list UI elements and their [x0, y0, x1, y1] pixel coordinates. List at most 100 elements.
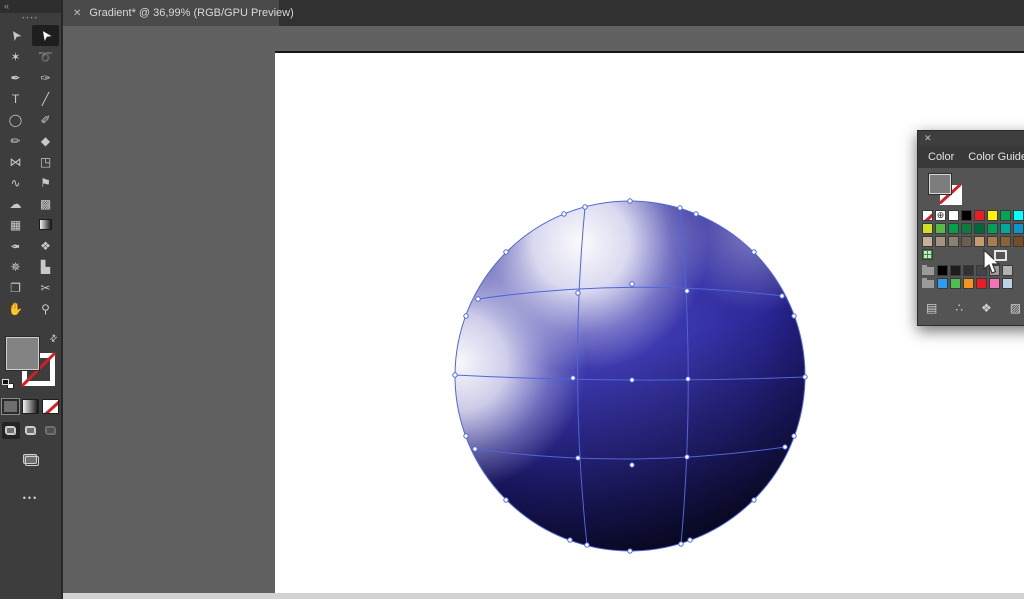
- mesh-vertical-line[interactable]: [680, 208, 688, 544]
- swatch-bright-green[interactable]: [950, 278, 961, 289]
- mesh-anchor-point[interactable]: [792, 434, 796, 438]
- mesh-anchor-point[interactable]: [679, 542, 683, 546]
- swatch-green-3[interactable]: [987, 223, 998, 234]
- tool-curvature[interactable]: ✑: [32, 67, 59, 88]
- tab-close-icon[interactable]: ✕: [73, 8, 81, 19]
- mesh-anchor-point[interactable]: [752, 250, 756, 254]
- mesh-anchor-point[interactable]: [694, 212, 698, 216]
- draw-normal-button[interactable]: [2, 422, 20, 439]
- color-group-folder-icon[interactable]: [922, 280, 934, 288]
- tool-zoom[interactable]: ⚲: [32, 298, 59, 319]
- edit-toolbar-ellipsis[interactable]: •••: [0, 493, 61, 503]
- swap-fill-stroke-icon[interactable]: ⇄: [48, 332, 61, 345]
- swatch-green-grid-pattern[interactable]: [922, 249, 933, 260]
- mesh-anchor-point[interactable]: [630, 463, 634, 467]
- draw-inside-button[interactable]: [42, 422, 60, 439]
- mesh-anchor-point[interactable]: [678, 206, 682, 210]
- tool-hand[interactable]: ✋: [2, 298, 29, 319]
- swatch-green[interactable]: [1000, 210, 1011, 221]
- mesh-anchor-point[interactable]: [688, 538, 692, 542]
- mesh-anchor-point[interactable]: [686, 377, 690, 381]
- mesh-anchor-point[interactable]: [783, 445, 787, 449]
- mesh-anchor-point[interactable]: [630, 378, 634, 382]
- tool-selection[interactable]: ➤: [2, 25, 29, 46]
- tool-mesh[interactable]: ▦: [2, 214, 29, 235]
- mesh-anchor-point[interactable]: [571, 376, 575, 380]
- fill-color-swatch[interactable]: [6, 337, 39, 370]
- mesh-anchor-point[interactable]: [464, 434, 468, 438]
- artboard[interactable]: [275, 53, 1024, 593]
- swatch-taupe[interactable]: [948, 236, 959, 247]
- draw-behind-button[interactable]: [22, 422, 40, 439]
- mesh-anchor-point[interactable]: [464, 314, 468, 318]
- tool-slice[interactable]: ✂: [32, 277, 59, 298]
- tool-gradient[interactable]: ▥: [32, 214, 59, 235]
- mesh-anchor-point[interactable]: [780, 294, 784, 298]
- swatch-dark-taupe[interactable]: [961, 236, 972, 247]
- tool-eraser[interactable]: ◆: [32, 130, 59, 151]
- mesh-anchor-point[interactable]: [473, 447, 477, 451]
- tool-eyedropper[interactable]: ✒: [2, 235, 29, 256]
- tool-type[interactable]: T: [2, 88, 29, 109]
- mesh-anchor-point[interactable]: [562, 212, 566, 216]
- tab-color-guide[interactable]: Color Guide: [968, 151, 1024, 163]
- tool-line-segment[interactable]: ╱: [32, 88, 59, 109]
- panel-fill-swatch[interactable]: [929, 174, 951, 194]
- mesh-anchor-point[interactable]: [576, 456, 580, 460]
- swatch-forest-green[interactable]: [974, 223, 985, 234]
- mesh-anchor-point[interactable]: [504, 250, 508, 254]
- mesh-anchor-point[interactable]: [685, 289, 689, 293]
- tool-pencil[interactable]: ✏: [2, 130, 29, 151]
- mesh-anchor-point[interactable]: [628, 549, 632, 553]
- swatch-bright-blue[interactable]: [937, 278, 948, 289]
- toolbar-grip[interactable]: ••••: [0, 13, 61, 25]
- swatch-yellow-green[interactable]: [922, 223, 933, 234]
- swatch-green-2[interactable]: [948, 223, 959, 234]
- mesh-horizontal-line[interactable]: [475, 447, 785, 459]
- tab-color[interactable]: Color: [928, 151, 954, 163]
- tool-blend[interactable]: ❖: [32, 235, 59, 256]
- mesh-anchor-point[interactable]: [504, 498, 508, 502]
- mesh-vertical-line[interactable]: [577, 207, 587, 545]
- swatch-blue-cyan[interactable]: [1013, 223, 1024, 234]
- panel-overflow-icon[interactable]: ▨: [1010, 301, 1021, 315]
- swatch-gray-group-black[interactable]: [937, 265, 948, 276]
- tool-scale[interactable]: ◳: [32, 151, 59, 172]
- swatch-black[interactable]: [961, 210, 972, 221]
- tool-reflect[interactable]: ⋈: [2, 151, 29, 172]
- mesh-anchor-point[interactable]: [583, 205, 587, 209]
- tool-pen[interactable]: ✒: [2, 67, 29, 88]
- mesh-selection-overlay[interactable]: [275, 53, 1024, 593]
- color-group-folder-icon[interactable]: [922, 267, 934, 275]
- mesh-anchor-point[interactable]: [568, 538, 572, 542]
- swatch-orange[interactable]: [963, 278, 974, 289]
- swatch-dark-green[interactable]: [961, 223, 972, 234]
- swatch-teal[interactable]: [1000, 223, 1011, 234]
- default-fill-stroke-icon[interactable]: [2, 379, 14, 389]
- mesh-anchor-point[interactable]: [585, 543, 589, 547]
- swatch-brown[interactable]: [987, 236, 998, 247]
- swatch-none[interactable]: [922, 210, 933, 221]
- tool-symbol-sprayer[interactable]: ✵: [2, 256, 29, 277]
- swatch-tan[interactable]: [922, 236, 933, 247]
- swatch-pale-blue[interactable]: [1002, 278, 1013, 289]
- mesh-anchor-point[interactable]: [628, 199, 632, 203]
- toolbar-collapse-icon[interactable]: «: [4, 1, 9, 11]
- swatch-red[interactable]: [974, 210, 985, 221]
- mesh-anchor-point[interactable]: [576, 291, 580, 295]
- new-color-group-icon[interactable]: ❖: [981, 301, 992, 315]
- swatch-gray-90[interactable]: [950, 265, 961, 276]
- tool-lasso[interactable]: ➰: [32, 46, 59, 67]
- swatch-deep-brown[interactable]: [1013, 236, 1024, 247]
- document-tab[interactable]: ✕ Gradient* @ 36,99% (RGB/GPU Preview): [63, 0, 279, 26]
- tool-shape-builder[interactable]: ☁: [2, 193, 29, 214]
- mesh-anchor-point[interactable]: [630, 282, 634, 286]
- swatch-light-brown[interactable]: [974, 236, 985, 247]
- none-button[interactable]: [42, 399, 59, 414]
- canvas-area[interactable]: [63, 26, 1024, 599]
- swatch-dark-brown[interactable]: [1000, 236, 1011, 247]
- tool-ellipse[interactable]: ◯: [2, 109, 29, 130]
- swatch-gray-80[interactable]: [963, 265, 974, 276]
- mesh-anchor-point[interactable]: [792, 314, 796, 318]
- swatch-bright-red[interactable]: [976, 278, 987, 289]
